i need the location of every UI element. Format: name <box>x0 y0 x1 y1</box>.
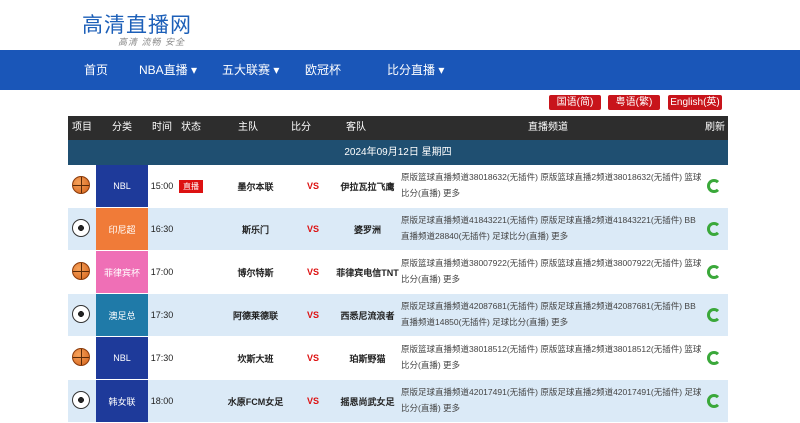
basketball-icon <box>72 348 90 366</box>
football-icon <box>72 305 90 323</box>
live-channels[interactable]: 原版篮球直播频道38007922(无插件) 原版篮球直播2频道38007922(… <box>401 255 703 291</box>
away-team: 菲律宾电信TNT <box>336 267 399 278</box>
table-row: NBL 15:00 直播 墨尔本联 VS 伊拉瓦拉飞鹰 原版篮球直播频道38018632(无… <box>68 165 728 208</box>
status-cell: 直播 <box>176 165 206 207</box>
match-time: 15:00 <box>150 181 174 191</box>
score-vs: VS <box>306 267 319 277</box>
nav-home[interactable]: 首页 <box>84 50 108 90</box>
category-label[interactable]: 菲律宾杯 <box>96 251 148 293</box>
basketball-icon <box>72 176 90 194</box>
schedule-table: 项目 分类 时间 状态 主队 比分 客队 直播频道 刷新 2024年09月12日… <box>68 116 728 423</box>
football-icon <box>72 391 90 409</box>
score-vs: VS <box>306 181 319 191</box>
nav-live-score[interactable]: 比分直播 ▾ <box>387 50 444 90</box>
away-team: 婆罗洲 <box>353 224 381 235</box>
site-header: 高清直播网 高清 流畅 安全 <box>0 0 800 50</box>
refresh-icon[interactable] <box>707 179 721 193</box>
away-team: 珀斯野猫 <box>349 353 386 364</box>
nav-five-leagues[interactable]: 五大联赛 ▾ <box>222 50 279 90</box>
away-team: 伊拉瓦拉飞鹰 <box>340 181 395 192</box>
lang-cantonese-button[interactable]: 粤语(繁) <box>608 95 660 110</box>
away-team: 摇恩尚武女足 <box>340 396 395 407</box>
table-row: NBL 17:30 坎斯大班 VS 珀斯野猫 原版篮球直播频道38018512(无插件) … <box>68 337 728 380</box>
header-home: 主队 <box>238 122 258 133</box>
header-score: 比分 <box>291 122 311 133</box>
score-vs: VS <box>306 396 319 406</box>
live-channels[interactable]: 原版足球直播频道42017491(无插件) 原版足球直播2频道42017491(… <box>401 384 703 420</box>
refresh-icon[interactable] <box>707 308 721 322</box>
site-slogan: 高清 流畅 安全 <box>118 37 186 47</box>
home-team: 墨尔本联 <box>237 181 274 192</box>
live-badge: 直播 <box>179 179 203 193</box>
score-vs: VS <box>306 353 319 363</box>
live-channels[interactable]: 原版足球直播频道41843221(无插件) 原版足球直播2频道41843221(… <box>401 212 703 248</box>
main-nav: 首页 NBA直播 ▾ 五大联赛 ▾ 欧冠杯 比分直播 ▾ <box>0 50 800 90</box>
header-category: 分类 <box>112 122 132 133</box>
match-list: NBL 15:00 直播 墨尔本联 VS 伊拉瓦拉飞鹰 原版篮球直播频道38018632(无… <box>68 165 728 423</box>
table-row: 韩女联 18:00 水原FCM女足 VS 摇恩尚武女足 原版足球直播频道42017491(… <box>68 380 728 423</box>
category-label[interactable]: 韩女联 <box>96 380 148 422</box>
match-time: 17:30 <box>150 353 174 363</box>
match-time: 17:30 <box>150 310 174 320</box>
table-row: 印尼超 16:30 斯乐门 VS 婆罗洲 原版足球直播频道41843221(无插件) 原版… <box>68 208 728 251</box>
home-team: 斯乐门 <box>241 224 269 235</box>
status-cell <box>176 208 206 250</box>
refresh-icon[interactable] <box>707 222 721 236</box>
refresh-icon[interactable] <box>707 394 721 408</box>
nav-champions-league[interactable]: 欧冠杯 <box>305 50 341 90</box>
table-row: 菲律宾杯 17:00 博尔特斯 VS 菲律宾电信TNT 原版篮球直播频道38007922(… <box>68 251 728 294</box>
live-channels[interactable]: 原版足球直播频道42087681(无插件) 原版足球直播2频道42087681(… <box>401 298 703 334</box>
football-icon <box>72 219 90 237</box>
lang-english-button[interactable]: English(英) <box>668 95 722 110</box>
header-refresh: 刷新 <box>705 122 725 133</box>
category-label[interactable]: NBL <box>96 337 148 379</box>
header-away: 客队 <box>346 122 366 133</box>
table-row: 澳足总 17:30 阿德莱德联 VS 西悉尼流浪者 原版足球直播频道42087681(无插… <box>68 294 728 337</box>
home-team: 坎斯大班 <box>237 353 274 364</box>
score-vs: VS <box>306 224 319 234</box>
match-time: 18:00 <box>150 396 174 406</box>
home-team: 阿德莱德联 <box>232 310 278 321</box>
status-cell <box>176 294 206 336</box>
status-cell <box>176 251 206 293</box>
home-team: 博尔特斯 <box>237 267 274 278</box>
away-team: 西悉尼流浪者 <box>340 310 395 321</box>
lang-mandarin-button[interactable]: 国语(简) <box>549 95 601 110</box>
live-channels[interactable]: 原版篮球直播频道38018512(无插件) 原版篮球直播2频道38018512(… <box>401 341 703 377</box>
home-team: 水原FCM女足 <box>227 396 284 407</box>
refresh-icon[interactable] <box>707 265 721 279</box>
score-vs: VS <box>306 310 319 320</box>
match-time: 17:00 <box>150 267 174 277</box>
status-cell <box>176 337 206 379</box>
match-time: 16:30 <box>150 224 174 234</box>
category-label[interactable]: 印尼超 <box>96 208 148 250</box>
live-channels[interactable]: 原版篮球直播频道38018632(无插件) 原版篮球直播2频道38018632(… <box>401 169 703 205</box>
refresh-icon[interactable] <box>707 351 721 365</box>
header-status: 状态 <box>181 122 201 133</box>
header-channels: 直播频道 <box>528 122 568 133</box>
category-label[interactable]: NBL <box>96 165 148 207</box>
date-row: 2024年09月12日 星期四 <box>68 140 728 165</box>
basketball-icon <box>72 262 90 280</box>
table-header: 项目 分类 时间 状态 主队 比分 客队 直播频道 刷新 <box>68 116 728 140</box>
status-cell <box>176 380 206 422</box>
nav-nba[interactable]: NBA直播 ▾ <box>139 50 197 90</box>
header-sport: 项目 <box>72 122 92 133</box>
category-label[interactable]: 澳足总 <box>96 294 148 336</box>
header-time: 时间 <box>152 122 172 133</box>
